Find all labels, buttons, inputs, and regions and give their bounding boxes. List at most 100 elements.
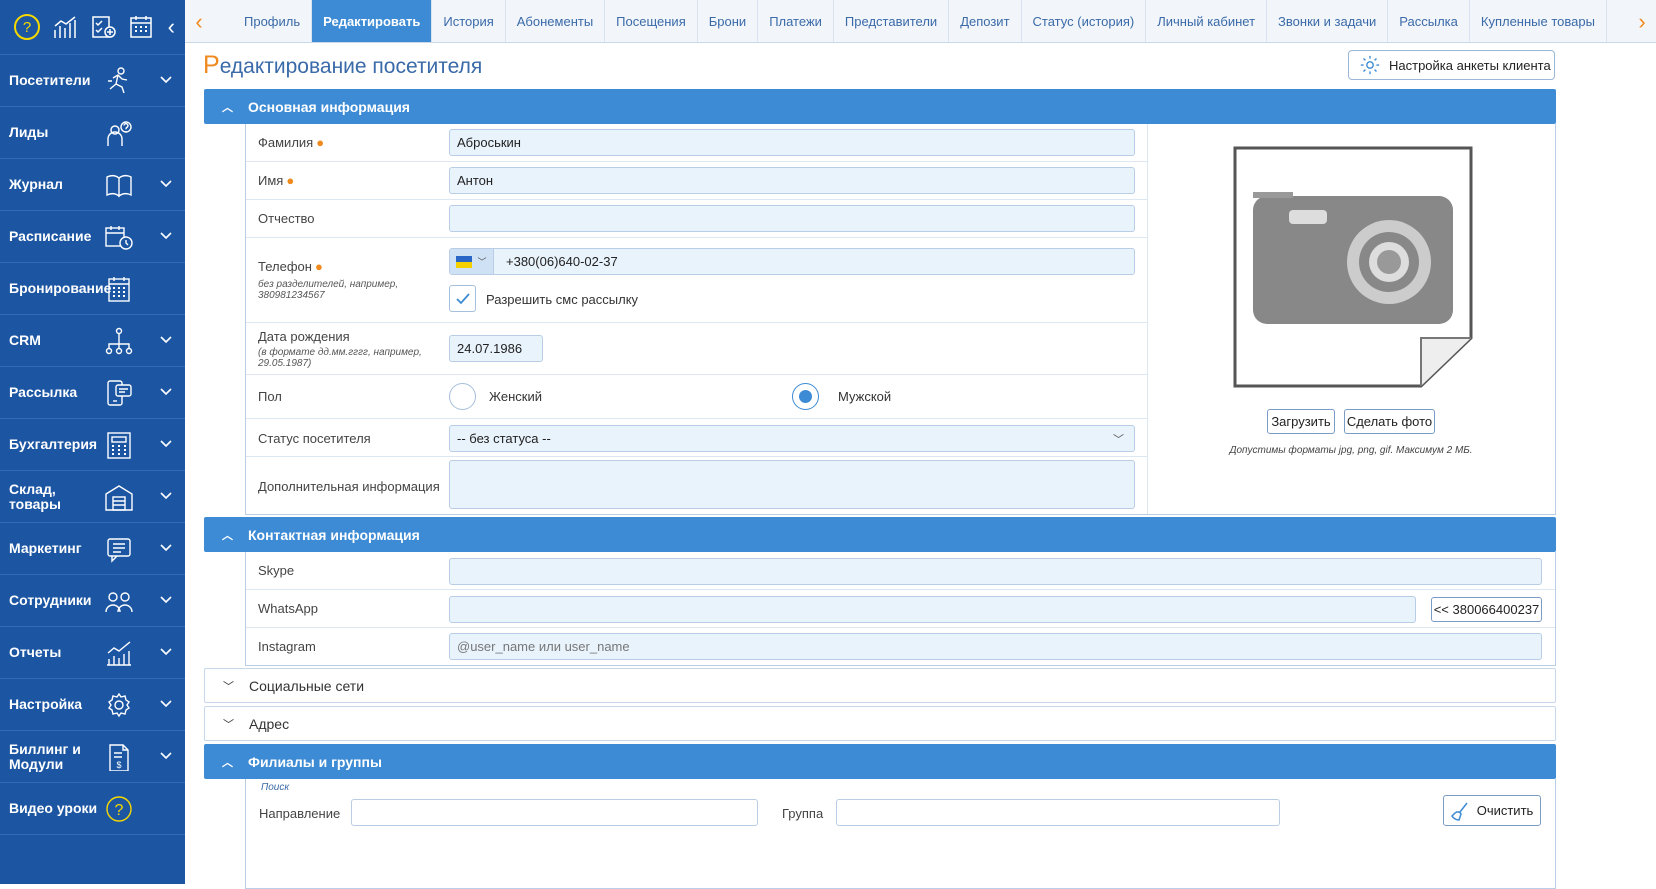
required-dot-icon: ● (316, 135, 325, 150)
configure-form-button[interactable]: Настройка анкеты клиента (1348, 50, 1555, 80)
tab-7[interactable]: Представители (834, 0, 950, 42)
ukraine-flag-icon (456, 255, 473, 268)
section-basic-header[interactable]: ︿ Основная информация (204, 89, 1556, 124)
sidebar-item[interactable]: Отчеты (0, 627, 185, 679)
tab-10[interactable]: Личный кабинет (1146, 0, 1268, 42)
chevron-down-icon[interactable] (158, 487, 174, 503)
chevron-down-icon[interactable] (158, 591, 174, 607)
chevron-down-icon[interactable] (158, 747, 174, 763)
top-tab-bar: ‹ Профиль Редактировать История Абонементы П… (185, 0, 1656, 43)
skype-row: Skype (246, 552, 1555, 590)
birth-input[interactable]: 24.07.1986 (449, 335, 543, 362)
sidebar-item-label: Видео уроки (9, 800, 98, 816)
tab-6[interactable]: Платежи (758, 0, 834, 42)
clear-button[interactable]: Очистить (1443, 795, 1541, 826)
gear-icon (1360, 55, 1380, 75)
chevron-down-icon[interactable] (158, 175, 174, 191)
tasks-add-icon[interactable] (84, 7, 122, 47)
warehouse-icon (105, 485, 133, 511)
required-dot-icon: ● (286, 173, 295, 188)
firstname-input[interactable]: Антон (449, 167, 1135, 194)
tab-2[interactable]: История (432, 0, 506, 42)
sidebar-item[interactable]: Журнал (0, 159, 185, 211)
sidebar-item[interactable]: Посетители (0, 55, 185, 107)
sidebar-item[interactable]: Маркетинг (0, 523, 185, 575)
tab-13[interactable]: Купленные товары (1470, 0, 1607, 42)
collapse-sidebar-icon[interactable]: ‹ (168, 14, 175, 40)
direction-input[interactable] (351, 799, 758, 826)
sidebar-item[interactable]: Биллинг и Модули $ (0, 731, 185, 783)
skype-label: Skype (258, 563, 295, 578)
svg-text:?: ? (23, 19, 31, 36)
sidebar-item[interactable]: Настройка (0, 679, 185, 731)
chevron-down-icon[interactable] (158, 435, 174, 451)
calculator-icon (107, 432, 131, 459)
chevron-down-icon[interactable] (158, 331, 174, 347)
sidebar-item[interactable]: Бухгалтерия (0, 419, 185, 471)
chevron-down-icon[interactable] (158, 643, 174, 659)
sms-checkbox[interactable] (449, 285, 476, 312)
country-select[interactable]: ﹀ (450, 249, 494, 274)
page-title: Редактирование посетителя (203, 51, 483, 79)
sidebar-item[interactable]: Лиды (0, 107, 185, 159)
gender-female-label: Женский (489, 389, 542, 404)
calendar-icon[interactable] (122, 7, 160, 47)
section-contact-header[interactable]: ︿ Контактная информация (204, 517, 1556, 552)
tab-12[interactable]: Рассылка (1388, 0, 1470, 42)
lastname-row: Фамилия ● Аброськин (246, 124, 1147, 162)
chevron-down-icon[interactable] (158, 227, 174, 243)
sidebar-item[interactable]: Рассылка (0, 367, 185, 419)
sidebar-item[interactable]: CRM (0, 315, 185, 367)
stats-icon[interactable] (46, 7, 84, 47)
tab-1[interactable]: Редактировать (312, 0, 433, 42)
whatsapp-copy-phone-button[interactable]: << 380066400237 (1431, 597, 1542, 622)
middlename-input[interactable] (449, 205, 1135, 232)
tab-3[interactable]: Абонементы (506, 0, 606, 42)
chevron-down-icon[interactable] (158, 383, 174, 399)
chevron-down-icon[interactable] (158, 695, 174, 711)
help-icon: ? (106, 796, 132, 822)
status-select[interactable]: -- без статуса -- ﹀ (449, 425, 1135, 452)
group-input[interactable] (836, 799, 1280, 826)
section-branches-header[interactable]: ︿ Филиалы и группы (204, 744, 1556, 779)
tab-9[interactable]: Статус (история) (1022, 0, 1147, 42)
sidebar-item[interactable]: Видео уроки? (0, 783, 185, 835)
tabs-scroll-left-icon[interactable]: ‹ (185, 0, 213, 43)
lastname-input[interactable]: Аброськин (449, 129, 1135, 156)
instagram-input[interactable]: @user_name или user_name (449, 633, 1542, 660)
phone-input[interactable]: ﹀ +380(06)640-02-37 (449, 248, 1135, 275)
tabs-scroll-right-icon[interactable]: › (1628, 0, 1656, 43)
section-address-header[interactable]: ﹀ Адрес (204, 706, 1556, 741)
gear-icon (108, 692, 130, 718)
chevron-down-icon[interactable] (158, 71, 174, 87)
sidebar-item[interactable]: Склад, товары (0, 471, 185, 523)
whatsapp-input[interactable] (449, 596, 1416, 623)
birth-hint: (в формате дд.мм.гггг, например, 29.05.1… (258, 347, 422, 369)
sidebar-item-label: Сотрудники (9, 592, 92, 608)
tab-0[interactable]: Профиль (233, 0, 313, 42)
chevron-down-icon[interactable] (158, 539, 174, 555)
sidebar-top-icons: ? ‹ (0, 0, 185, 55)
gender-female-radio[interactable] (449, 383, 476, 410)
person-question-icon (107, 121, 132, 146)
extra-textarea[interactable] (449, 460, 1135, 509)
section-branches-body: Поиск Направление Группа Очистить (245, 779, 1556, 889)
tab-8[interactable]: Депозит (949, 0, 1022, 42)
section-social-header[interactable]: ﹀ Социальные сети (204, 668, 1556, 703)
upload-photo-button[interactable]: Загрузить (1267, 409, 1335, 434)
firstname-row: Имя ● Антон (246, 162, 1147, 200)
tab-5[interactable]: Брони (698, 0, 759, 42)
sidebar-item[interactable]: Бронирование (0, 263, 185, 315)
tab-4[interactable]: Посещения (605, 0, 698, 42)
tab-11[interactable]: Звонки и задачи (1267, 0, 1389, 42)
take-photo-button[interactable]: Сделать фото (1344, 409, 1435, 434)
extra-row: Дополнительная информация (246, 457, 1147, 514)
gender-male-radio[interactable] (792, 383, 819, 410)
sidebar-item[interactable]: Сотрудники (0, 575, 185, 627)
help-circle-icon[interactable]: ? (8, 7, 46, 47)
running-person-icon (108, 67, 128, 94)
firstname-label: Имя (258, 173, 284, 188)
chevron-down-icon: ﹀ (223, 680, 234, 693)
skype-input[interactable] (449, 558, 1542, 585)
sidebar-item[interactable]: Расписание (0, 211, 185, 263)
